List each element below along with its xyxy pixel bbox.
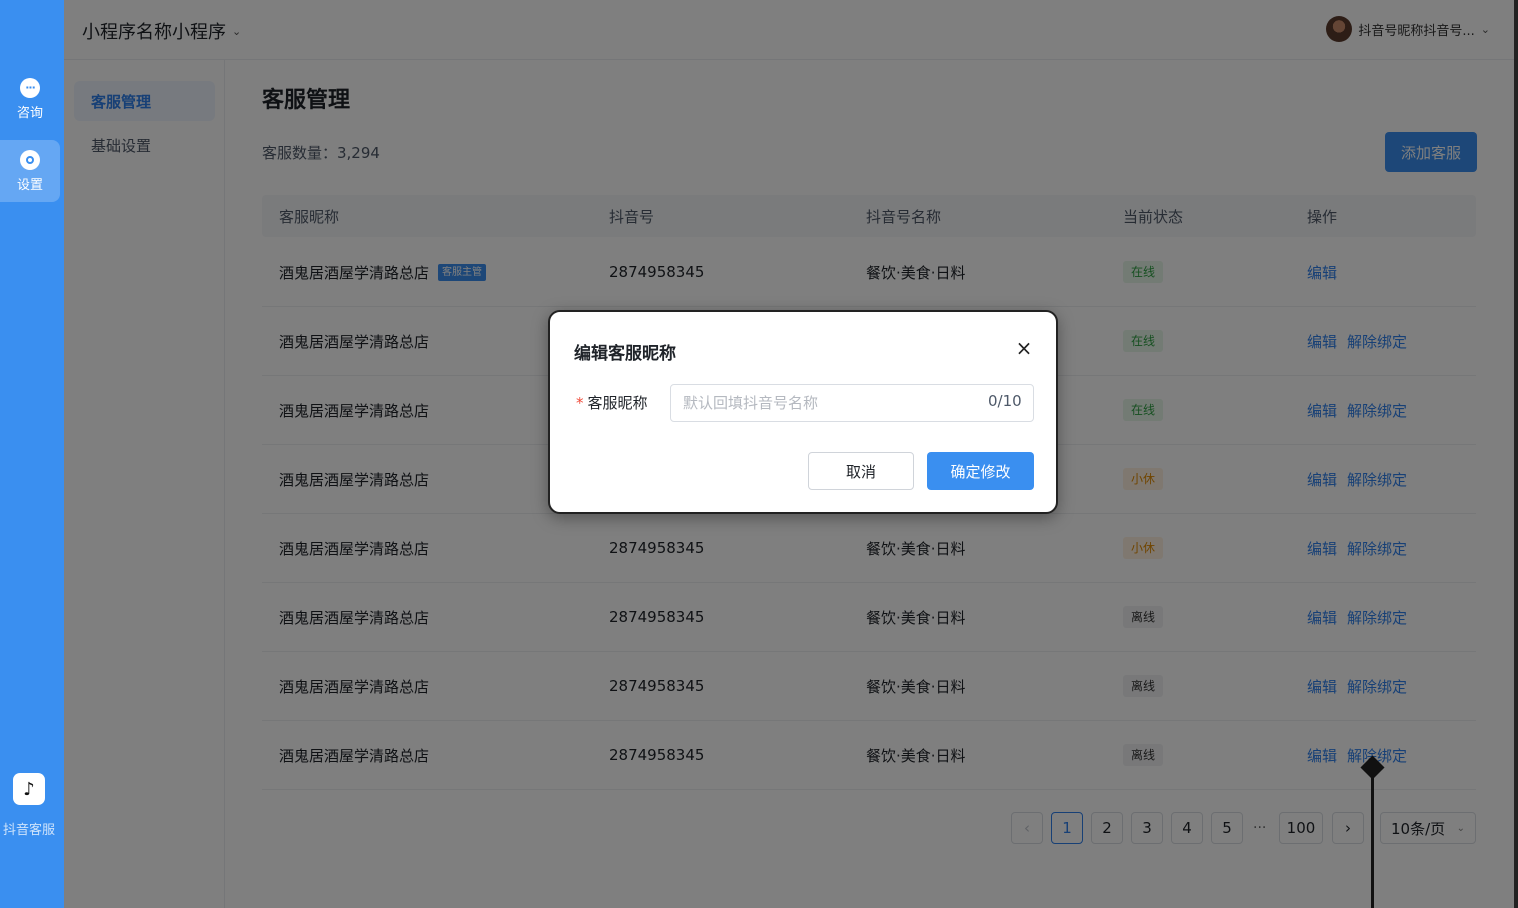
confirm-button[interactable]: 确定修改 [927, 452, 1034, 490]
tiktok-logo-icon: ♪ [13, 773, 45, 805]
annotation-pointer-line [1371, 768, 1374, 908]
nickname-input[interactable] [670, 384, 1034, 422]
rail-brand: ♪ 抖音客服 [0, 773, 58, 838]
required-mark: * [576, 394, 584, 412]
rail-brand-label: 抖音客服 [2, 823, 55, 838]
rail-item-label: 设置 [16, 177, 43, 193]
field-label-text: 客服昵称 [587, 394, 648, 412]
close-icon[interactable]: × [1012, 336, 1036, 360]
rail-item-consult[interactable]: ··· 咨询 [0, 68, 60, 130]
settings-icon [20, 149, 40, 170]
chat-bubble-icon: ··· [20, 77, 40, 98]
cancel-button[interactable]: 取消 [808, 452, 914, 490]
rail-item-settings[interactable]: 设置 [0, 140, 60, 202]
left-rail: ··· 咨询 设置 ♪ 抖音客服 [0, 0, 64, 908]
window-edge [1514, 0, 1518, 908]
rail-item-label: 咨询 [16, 105, 43, 121]
edit-nickname-dialog: 编辑客服昵称 × *客服昵称 0/10 取消 确定修改 [548, 310, 1058, 514]
char-counter: 0/10 [988, 392, 1022, 410]
dialog-title: 编辑客服昵称 [574, 344, 676, 364]
nickname-field-label: * 客服昵称 [576, 392, 648, 413]
